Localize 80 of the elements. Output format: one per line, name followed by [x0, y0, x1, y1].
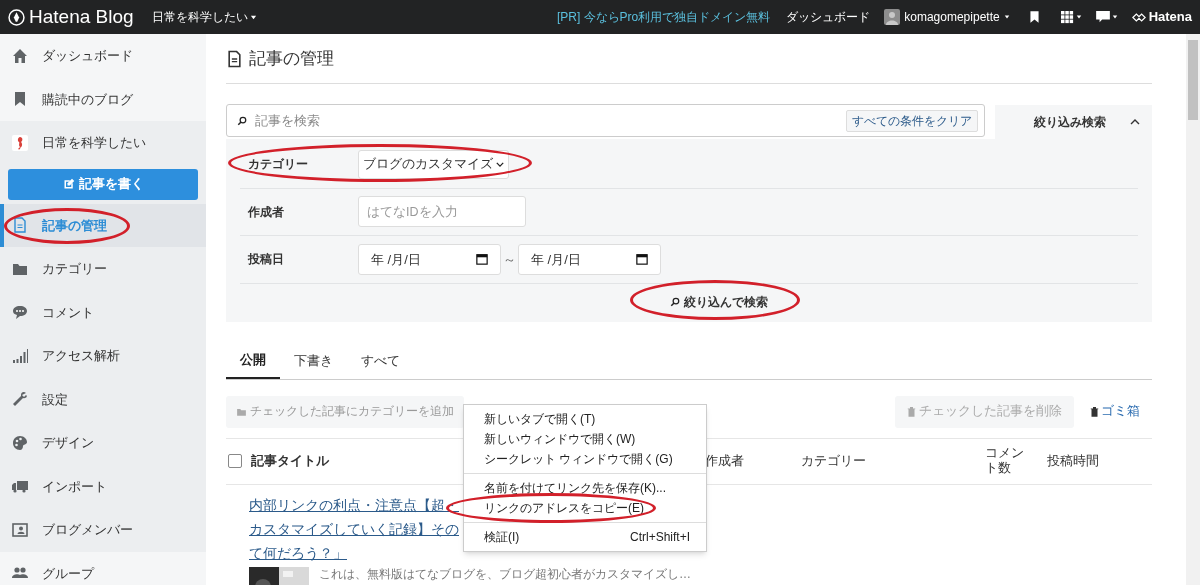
home-icon	[12, 47, 28, 64]
caret-icon	[249, 13, 257, 21]
column-header: コメント数	[985, 446, 1025, 476]
context-menu-item[interactable]: シークレット ウィンドウで開く(G)	[464, 449, 706, 469]
folder-icon	[236, 406, 247, 417]
sidebar-item[interactable]: 設定	[0, 377, 206, 421]
date-from-field[interactable]: 年 /月/日	[358, 243, 501, 275]
signal-bars-icon	[12, 347, 28, 364]
filter-label: 作成者	[247, 203, 285, 221]
scrollbar-thumb[interactable]	[1188, 40, 1198, 120]
seahorse-icon	[12, 134, 28, 151]
range-separator: ～	[503, 250, 516, 269]
calendar-icon	[476, 253, 488, 266]
blog-link[interactable]: 日常を科学したい	[0, 121, 206, 165]
search-icon	[670, 296, 680, 307]
context-menu-item[interactable]: リンクのアドレスをコピー(E)	[464, 498, 706, 518]
site-logo[interactable]: Hatena Blog	[29, 2, 134, 32]
date-to-field[interactable]: 年 /月/日	[518, 243, 661, 275]
column-header: 投稿時間	[1047, 453, 1099, 468]
comment-icon	[12, 304, 28, 321]
context-menu-item[interactable]: 名前を付けてリンク先を保存(K)...	[464, 478, 706, 498]
author-field[interactable]: はてなIDを入力	[358, 196, 526, 228]
avatar-icon	[884, 9, 901, 25]
tab[interactable]: すべて	[347, 343, 414, 379]
sidebar-item[interactable]: カテゴリー	[0, 247, 206, 291]
sidebar-item[interactable]: ブログメンバー	[0, 508, 206, 552]
wrench-icon	[12, 391, 28, 408]
user-menu[interactable]: komagomepipette	[884, 8, 1010, 26]
truck-icon	[12, 478, 28, 495]
tab[interactable]: 公開	[226, 343, 280, 379]
brand-logo[interactable]: Hatena	[1148, 7, 1192, 27]
grid-icon	[1060, 10, 1074, 24]
clear-filters-button[interactable]: すべての条件をクリア	[846, 109, 978, 132]
search-field[interactable]: 記事を検索 すべての条件をクリア	[226, 104, 985, 137]
pen-nib-icon	[8, 8, 25, 26]
bookmark-icon	[1027, 10, 1041, 24]
post-title-link[interactable]: て何だろう？」	[249, 544, 347, 561]
page-title: 記事の管理	[249, 47, 334, 70]
document-icon	[226, 49, 243, 68]
hatena-mark-icon	[1131, 12, 1146, 22]
sidebar-item[interactable]: コメント	[0, 290, 206, 334]
palette-icon	[12, 434, 28, 451]
calendar-icon	[636, 253, 648, 266]
speech-bubble-icon	[1095, 11, 1110, 23]
edit-icon	[62, 178, 75, 190]
trash-link[interactable]: ゴミ箱	[1090, 402, 1140, 421]
apps-button[interactable]	[1060, 10, 1082, 24]
search-icon	[237, 115, 247, 126]
bookmark-button[interactable]	[1027, 10, 1041, 24]
context-menu-item[interactable]: 新しいウィンドウで開く(W)	[464, 429, 706, 449]
column-header: 記事タイトル	[251, 453, 329, 468]
sidebar-item[interactable]: インポート	[0, 464, 206, 508]
trash-icon	[907, 406, 916, 417]
tab[interactable]: 下書き	[280, 343, 347, 379]
sidebar-item[interactable]: デザイン	[0, 421, 206, 465]
caret-icon	[1111, 14, 1118, 20]
bookmark-icon	[12, 91, 28, 108]
caret-icon	[1003, 14, 1010, 20]
document-icon	[12, 217, 28, 234]
notifications-button[interactable]	[1095, 11, 1118, 23]
member-card-icon	[12, 521, 28, 538]
filter-label: 投稿日	[247, 251, 285, 269]
caret-icon	[1075, 14, 1082, 20]
select-all-checkbox[interactable]	[228, 454, 242, 468]
blog-menu[interactable]: 日常を科学したい	[151, 8, 257, 26]
post-excerpt: これは、無料版はてなブログを、ブログ超初心者がカスタマイズし…	[319, 566, 691, 581]
context-menu-item[interactable]: 新しいタブで開く(T)	[464, 409, 706, 429]
sidebar-item[interactable]: アクセス解析	[0, 334, 206, 378]
post-title-link[interactable]: 内部リンクの利点・注意点【超・	[249, 496, 459, 513]
dashboard-link[interactable]: ダッシュボード	[786, 8, 871, 26]
shortcut-label: Ctrl+Shift+I	[629, 529, 690, 546]
category-dropdown[interactable]: ブログのカスタマイズ	[358, 149, 509, 179]
column-header: カテゴリー	[801, 453, 866, 468]
trash-icon	[1090, 406, 1099, 417]
post-title-link[interactable]: カスタマイズしていく記録】その	[249, 520, 459, 537]
context-menu-item[interactable]: 検証(I) Ctrl+Shift+I	[464, 527, 706, 547]
filter-search-button[interactable]: 絞り込んで検索	[670, 292, 768, 311]
chevron-down-icon	[496, 161, 504, 167]
promo-link[interactable]: [PR] 今ならPro利用で独自ドメイン無料	[556, 8, 771, 26]
filter-label: カテゴリー	[247, 156, 309, 174]
